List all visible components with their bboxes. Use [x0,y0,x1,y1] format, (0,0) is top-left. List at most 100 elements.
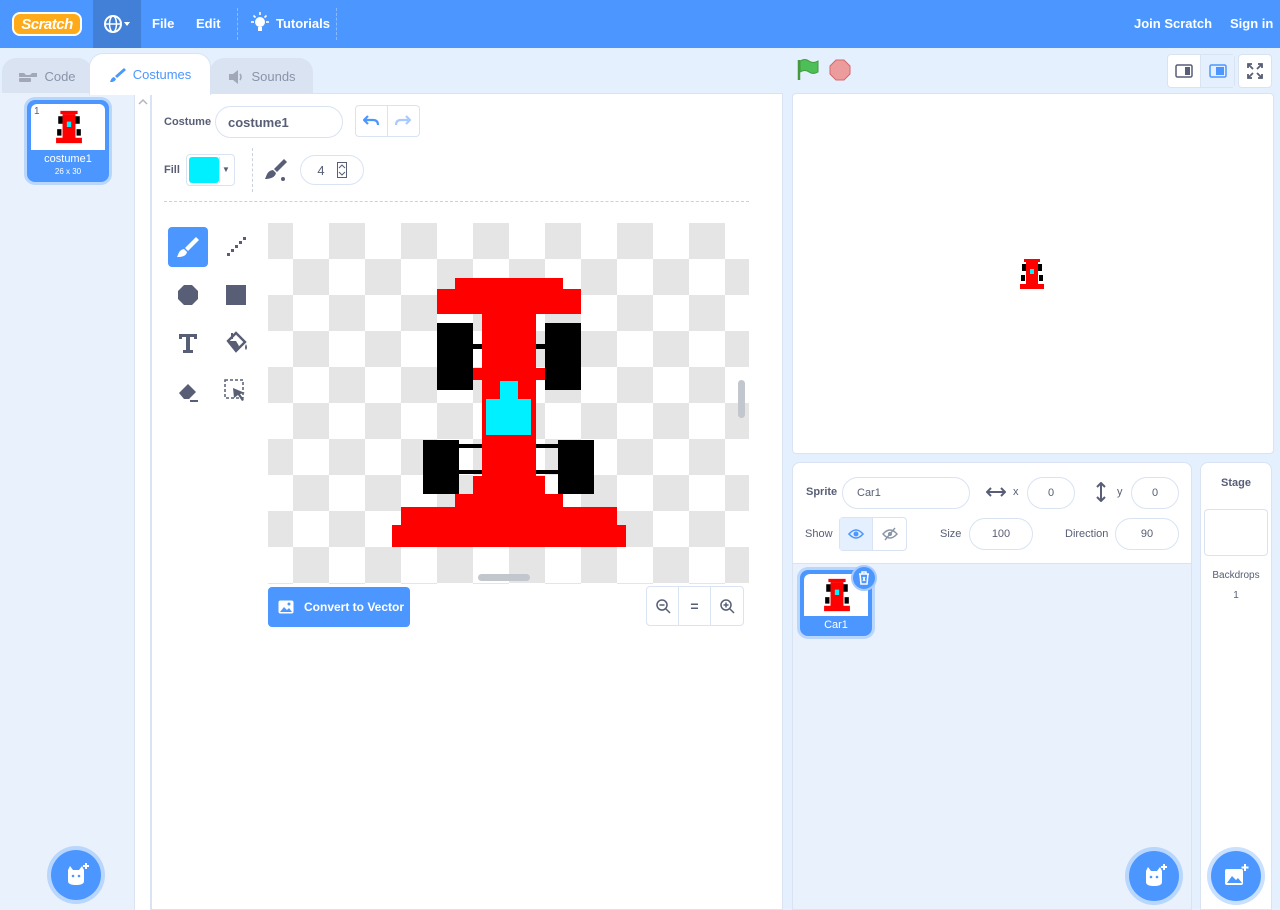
text-icon [179,334,197,353]
hide-button[interactable] [873,518,906,550]
tab-costumes-label: Costumes [132,67,192,82]
file-menu[interactable]: File [152,16,174,31]
tab-costumes[interactable]: Costumes [89,53,211,95]
menu-divider [336,8,337,40]
car-body [473,368,545,380]
zoom-in-button[interactable] [711,587,743,625]
redo-button[interactable] [388,106,419,136]
sprite-tile-name: Car1 [824,619,848,631]
line-tool[interactable] [216,227,256,267]
cat-plus-icon [68,863,89,885]
image-icon [278,600,294,614]
normal-stage-button[interactable] [1201,55,1234,87]
direction-input[interactable]: 90 [1115,518,1179,550]
circle-tool[interactable] [168,275,208,315]
car-cockpit [486,399,531,435]
car-front-tire [423,440,459,494]
green-flag-icon[interactable] [796,58,820,82]
stop-icon[interactable] [829,59,851,81]
y-input[interactable]: 0 [1131,477,1179,509]
costume-tile[interactable]: 1 costume1 26 x 30 [27,100,109,182]
backdrops-count: 1 [1233,590,1239,601]
eraser-tool[interactable] [168,371,208,411]
line-icon [227,237,246,256]
costume-list-scrollbar[interactable] [135,93,151,910]
car-front-axle [459,470,482,474]
undo-icon [363,115,380,126]
delete-sprite-button[interactable] [851,565,877,591]
costume-list-pane [0,93,135,910]
stepper-icon[interactable] [336,162,347,178]
brush-tool[interactable] [168,227,208,267]
small-stage-button[interactable] [1168,55,1202,87]
zoom-reset-button[interactable]: = [679,587,711,625]
costume-name-input[interactable]: costume1 [215,106,343,138]
convert-to-vector-button[interactable]: Convert to Vector [268,587,410,627]
lightbulb-icon [251,12,269,31]
scratch-logo[interactable]: Scratch [12,12,82,36]
x-input[interactable]: 0 [1027,477,1075,509]
sprite-name-input[interactable]: Car1 [842,477,970,509]
paint-bucket-icon [226,331,247,353]
show-button[interactable] [840,518,874,550]
car-front-axle [536,470,559,474]
undo-redo-group [355,105,420,137]
zoom-out-button[interactable] [647,587,679,625]
join-scratch-link[interactable]: Join Scratch [1134,16,1212,31]
sign-in-link[interactable]: Sign in [1230,16,1273,31]
size-input[interactable]: 100 [969,518,1033,550]
car-front-axle [459,444,482,448]
code-icon [19,72,38,82]
visibility-toggle [839,517,907,551]
toolbar-divider [252,148,253,192]
choose-backdrop-button[interactable] [1211,851,1261,901]
fill-color-picker[interactable]: ▼ [186,154,235,186]
brush-size-input[interactable]: 4 [300,155,364,185]
choose-sprite-button[interactable] [1129,851,1179,901]
text-tool[interactable] [168,323,208,363]
sprite-name-label: Sprite [806,486,838,498]
car-front-wing [392,525,626,547]
fill-dropdown-arrow: ▼ [219,157,232,183]
stage-thumbnail[interactable] [1204,509,1268,556]
car-cockpit [500,381,518,399]
car-front-wing [401,507,617,525]
eraser-icon [179,384,198,402]
fullscreen-button[interactable] [1238,54,1272,88]
car-sprite[interactable] [1019,259,1045,289]
redo-icon [395,115,412,126]
menu-bar [0,0,1280,48]
tab-code[interactable]: Code [2,58,92,94]
costume-thumbnail: 1 [31,104,105,150]
canvas-vertical-scrollbar[interactable] [738,380,745,418]
select-tool[interactable] [216,371,256,411]
circle-icon [178,285,198,305]
backdrops-label: Backdrops [1212,570,1260,581]
canvas-horizontal-scrollbar[interactable] [478,574,530,581]
brush-icon [109,67,126,82]
tutorials-label: Tutorials [276,15,330,31]
rectangle-icon [226,285,246,305]
menu-divider [237,8,238,40]
tab-sounds[interactable]: Sounds [210,58,313,94]
vertical-arrows-icon [1096,482,1106,502]
chevron-up-icon[interactable] [135,95,151,109]
zoom-out-icon [655,599,671,614]
globe-icon [104,15,130,33]
paint-canvas[interactable] [268,223,749,584]
fill-tool[interactable] [216,323,256,363]
stage[interactable] [792,93,1274,454]
car-rear-tire [545,323,581,390]
car-rear-tire [437,323,473,390]
edit-menu[interactable]: Edit [196,16,221,31]
choose-costume-button[interactable] [51,850,101,900]
stage-size-toggle [1167,54,1235,88]
costume-size-label: 26 x 30 [54,167,82,176]
tutorials-button[interactable]: Tutorials [250,12,330,34]
rectangle-tool[interactable] [216,275,256,315]
language-menu-button[interactable] [93,0,141,48]
fill-label: Fill [164,164,180,176]
horizontal-arrows-icon [986,487,1006,497]
eye-slash-icon [881,527,898,541]
undo-button[interactable] [356,106,388,136]
